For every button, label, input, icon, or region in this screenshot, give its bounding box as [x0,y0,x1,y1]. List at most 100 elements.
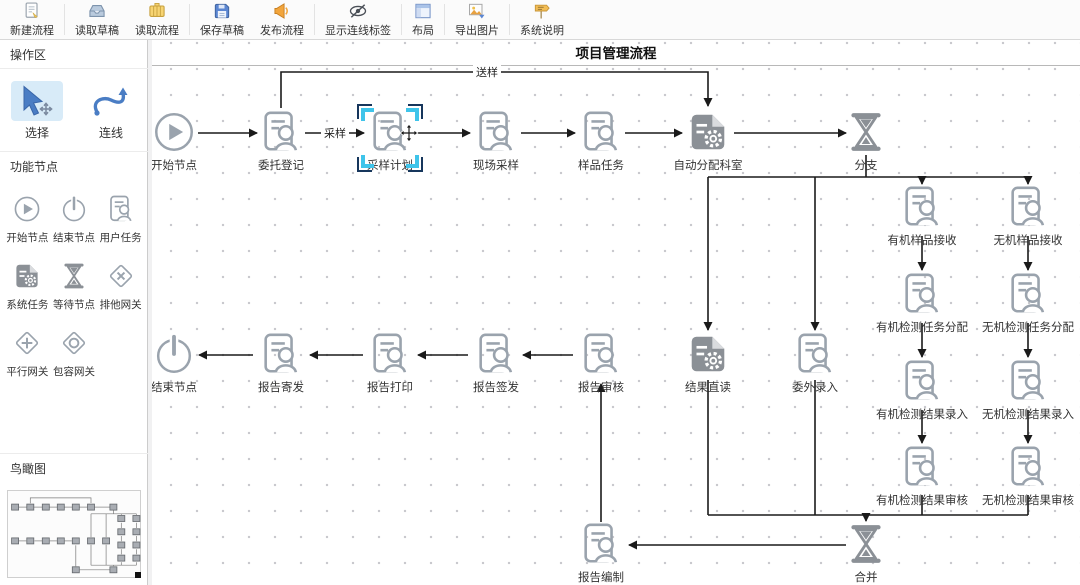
flow-node-label: 无机检测任务分配 [982,319,1074,335]
palette-item-user[interactable]: 用户任务 [97,194,144,245]
toolbar-button-publish-flow[interactable]: 发布流程 [252,0,312,39]
palette-item-label: 结束节点 [53,230,95,245]
toolbar-button-label: 显示连线标签 [325,22,391,38]
operations-section-header: 操作区 [0,40,148,69]
flow-node-organic-entry[interactable]: 有机检测结果录入 [874,356,970,422]
load-flow-icon [147,1,167,21]
gateway-circle-node-icon [59,328,89,361]
flow-node-field-sampling[interactable]: 现场采样 [448,107,544,173]
flow-node-organic-receive[interactable]: 有机样品接收 [874,182,970,248]
palette-item-gateway-x[interactable]: 排他网关 [97,261,144,312]
palette-item-system[interactable]: 系统任务 [4,261,51,312]
flow-node-label: 有机检测结果审核 [876,492,968,508]
toolbar-button-label: 导出图片 [455,22,499,38]
move-cursor-icon [399,123,419,148]
flow-node-organic-assign[interactable]: 有机检测任务分配 [874,269,970,335]
minimap-resize-handle[interactable] [135,572,141,578]
flow-node-label: 开始节点 [152,157,197,173]
flow-node-inorganic-review[interactable]: 无机检测结果审核 [980,442,1076,508]
system-help-icon [532,1,552,21]
flow-node-result-direct-read[interactable]: 结果直读 [660,329,756,395]
user-node-icon [1005,182,1051,230]
toolbar-button-show-edge-labels[interactable]: 显示连线标签 [317,0,399,39]
palette-item-end[interactable]: 结束节点 [51,194,98,245]
flow-node-organic-review[interactable]: 有机检测结果审核 [874,442,970,508]
flow-node-inorganic-receive[interactable]: 无机样品接收 [980,182,1076,248]
toolbar-button-new-flow[interactable]: 新建流程 [2,0,62,39]
flow-node-outsource-entry[interactable]: 委外录入 [767,329,863,395]
toolbar-button-export-image[interactable]: 导出图片 [447,0,507,39]
user-node-icon [899,356,945,404]
flow-node-end[interactable]: 结束节点 [152,329,222,395]
user-node-icon [578,519,624,567]
minimap-view[interactable] [7,490,141,578]
palette-item-gateway-plus[interactable]: 平行网关 [4,328,51,379]
user-node-icon [367,329,413,377]
flow-node-commission-register[interactable]: 委托登记 [233,107,329,173]
flow-node-report-compile[interactable]: 报告编制 [553,519,649,585]
toolbar-button-load-flow[interactable]: 读取流程 [127,0,187,39]
flow-node-report-print[interactable]: 报告打印 [342,329,438,395]
palette-item-wait[interactable]: 等待节点 [51,261,98,312]
layout-icon [413,1,433,21]
user-node-icon [899,269,945,317]
tool-connect-tool[interactable]: 连线 [85,81,137,141]
wait-node-icon [59,261,89,294]
palette-item-start[interactable]: 开始节点 [4,194,51,245]
system-node-icon [685,107,731,155]
flow-node-report-review[interactable]: 报告审核 [553,329,649,395]
flow-node-merge[interactable]: 合并 [818,519,914,585]
toolbar-button-layout[interactable]: 布局 [404,0,442,39]
flow-node-label: 报告编制 [578,569,624,585]
flow-node-label: 无机检测结果录入 [982,406,1074,422]
flow-node-inorganic-assign[interactable]: 无机检测任务分配 [980,269,1076,335]
flow-node-label: 有机检测结果录入 [876,406,968,422]
wait-node-icon [843,107,889,155]
save-draft-icon [212,1,232,21]
end-node-icon [152,329,197,377]
user-node-icon [899,442,945,490]
flow-node-report-issue[interactable]: 报告签发 [448,329,544,395]
toolbar-button-system-help[interactable]: 系统说明 [512,0,572,39]
wait-node-icon [843,519,889,567]
minimap-section-header: 鸟瞰图 [0,453,148,482]
nodes-section-header: 功能节点 [0,152,148,180]
flow-node-sampling-plan[interactable]: 采样计划 [342,107,438,173]
palette-item-label: 排他网关 [100,297,142,312]
connect-line-icon [85,81,137,121]
flow-node-inorganic-entry[interactable]: 无机检测结果录入 [980,356,1076,422]
toolbar-separator [189,4,190,35]
flow-node-label: 自动分配科室 [674,157,743,173]
flow-node-label: 报告审核 [578,379,624,395]
flow-node-report-dispatch[interactable]: 报告寄发 [233,329,329,395]
flow-node-auto-assign-dept[interactable]: 自动分配科室 [660,107,756,173]
flow-node-label: 报告寄发 [258,379,304,395]
toolbar-button-label: 读取草稿 [75,22,119,38]
flow-node-start[interactable]: 开始节点 [152,107,222,173]
edge-label: 采样 [321,125,349,141]
main-area: 操作区 选择连线 功能节点 开始节点结束节点用户任务系统任务等待节点排他网关平行… [0,40,1080,585]
flow-node-label: 无机检测结果审核 [982,492,1074,508]
toolbar-separator [401,4,402,35]
toolbar-separator [444,4,445,35]
flow-node-branch[interactable]: 分支 [818,107,914,173]
palette-item-gateway-circle[interactable]: 包容网关 [51,328,98,379]
flow-node-sample-task[interactable]: 样品任务 [553,107,649,173]
flow-node-label: 合并 [855,569,878,585]
flow-canvas[interactable]: 项目管理流程 开始节点委托登记采样计划现场采样样品任务自动分配科室分支有机样品接… [152,40,1080,585]
flow-node-label: 结束节点 [152,379,197,395]
toolbar-button-save-draft[interactable]: 保存草稿 [192,0,252,39]
palette-item-label: 包容网关 [53,364,95,379]
toolbar-button-load-draft[interactable]: 读取草稿 [67,0,127,39]
toolbar-button-label: 布局 [412,22,434,38]
export-image-icon [466,1,488,21]
flow-node-label: 有机检测任务分配 [876,319,968,335]
flow-node-label: 委托登记 [258,157,304,173]
tool-select-tool[interactable]: 选择 [11,81,63,141]
user-node-icon [258,329,304,377]
flow-node-label: 现场采样 [473,157,519,173]
user-node-icon [899,182,945,230]
user-node-icon [473,329,519,377]
flow-node-label: 结果直读 [685,379,731,395]
tool-group: 选择连线 [0,69,148,152]
